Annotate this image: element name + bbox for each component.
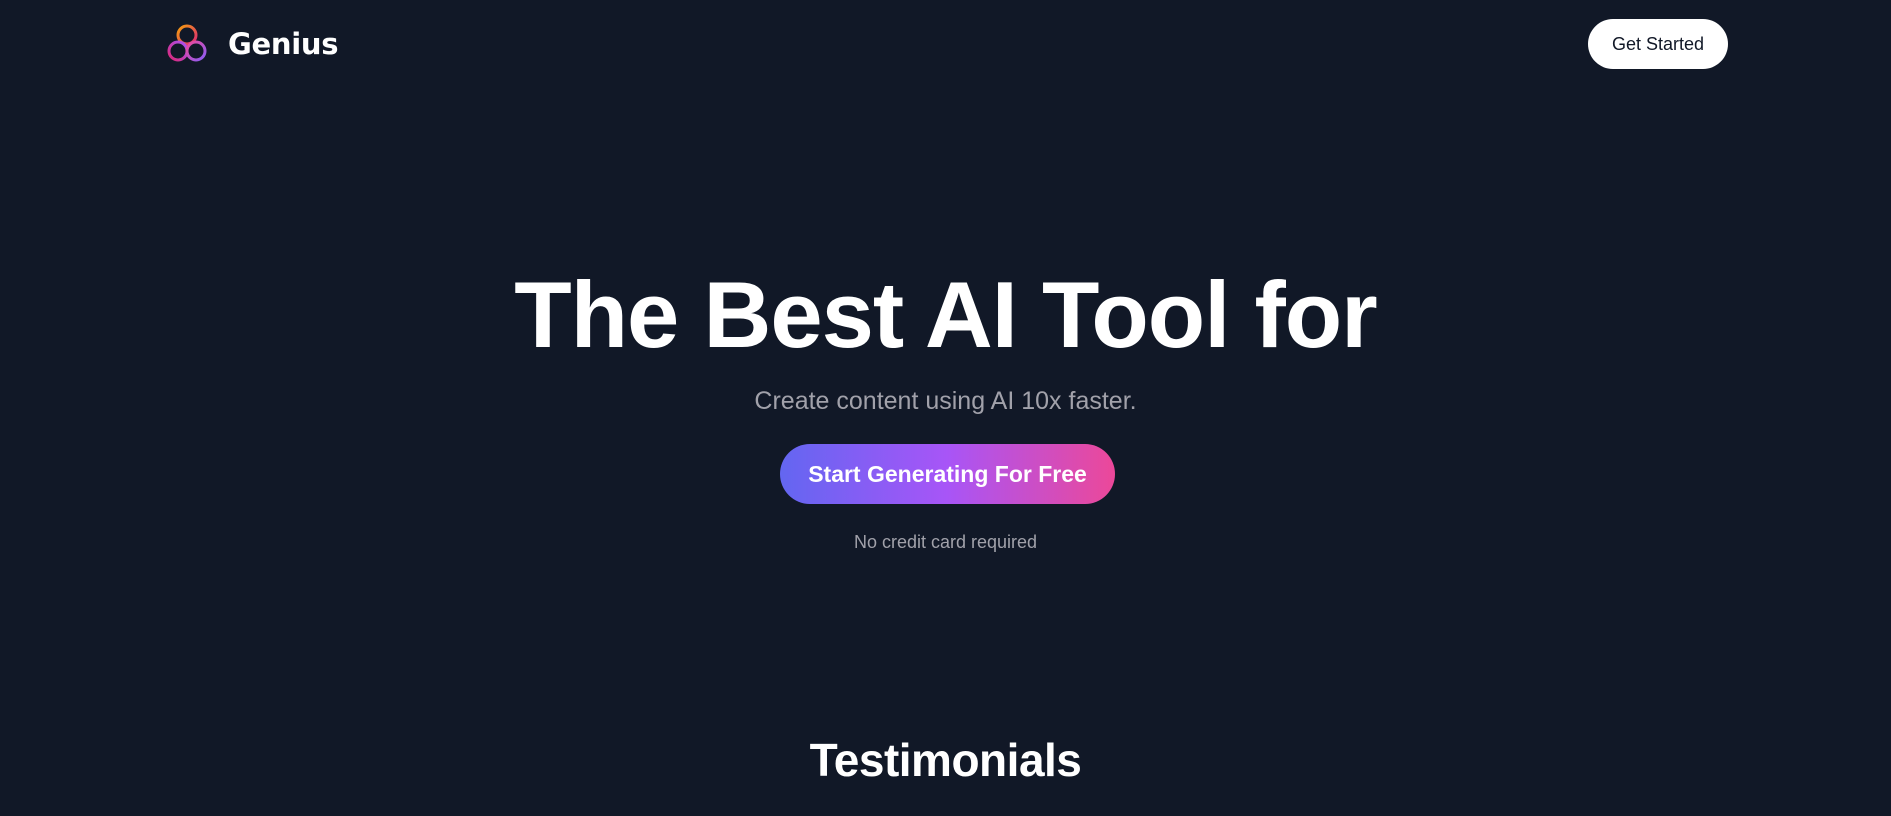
- no-credit-card-note: No credit card required: [853, 532, 1038, 552]
- brand-logo-icon: [166, 23, 208, 65]
- brand-home-link[interactable]: Genius: [166, 22, 338, 66]
- navbar: Genius Get Started: [0, 0, 1891, 90]
- start-generating-button[interactable]: Start Generating For Free: [780, 444, 1115, 504]
- testimonials-heading: Testimonials: [809, 734, 1082, 786]
- hero-title: The Best AI Tool for: [514, 262, 1378, 367]
- brand-name: Genius: [228, 26, 339, 61]
- hero-subtitle: Create content using AI 10x faster.: [754, 387, 1137, 415]
- get-started-button[interactable]: Get Started: [1588, 19, 1728, 69]
